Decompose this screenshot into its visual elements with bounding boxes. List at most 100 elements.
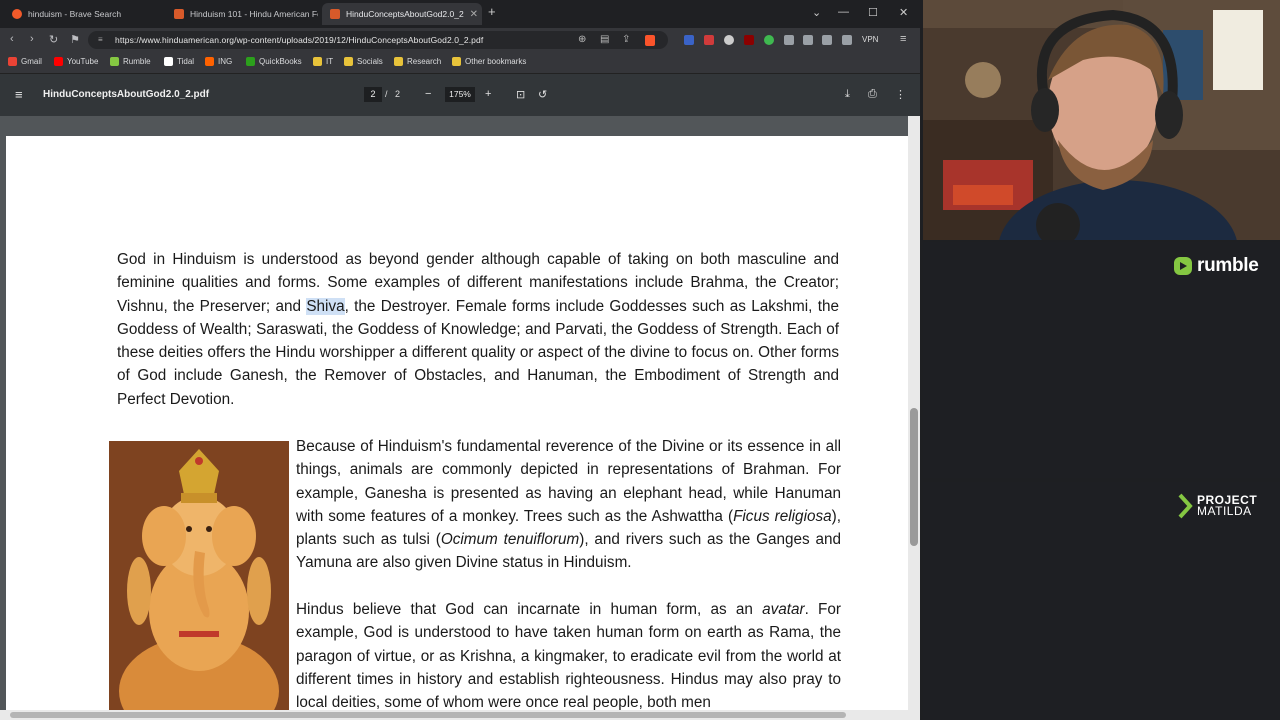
bookmark-label: Gmail <box>21 57 42 66</box>
bookmark-label: QuickBooks <box>259 57 302 66</box>
zoom-icon[interactable]: ⊕ <box>578 34 586 45</box>
extensions-icon[interactable] <box>784 35 794 45</box>
rumble-icon <box>110 57 119 66</box>
ganesha-illustration <box>109 441 289 710</box>
site-info-icon[interactable]: ≡ <box>98 35 103 44</box>
new-tab-icon[interactable]: + <box>488 4 496 19</box>
browser-window: hinduism - Brave Search Hinduism 101 - H… <box>0 0 920 720</box>
url-text: https://www.hinduamerican.org/wp-content… <box>115 35 484 45</box>
bookmark-youtube[interactable]: YouTube <box>54 57 98 66</box>
horizontal-scrollbar[interactable] <box>0 710 920 720</box>
ganesha-image <box>109 441 289 710</box>
share-icon[interactable]: ⇪ <box>622 34 630 45</box>
ublock-icon[interactable] <box>744 35 754 45</box>
italic-ficus-religiosa: Ficus religiosa <box>733 507 832 525</box>
tab-strip: hinduism - Brave Search Hinduism 101 - H… <box>0 0 920 28</box>
tab-title: hinduism - Brave Search <box>28 9 122 19</box>
main-menu-icon[interactable]: ≡ <box>900 33 906 45</box>
minimize-icon[interactable]: — <box>838 6 849 18</box>
haf-site-icon <box>330 9 340 19</box>
project-matilda-logo: PROJECT MATILDA <box>1178 493 1257 519</box>
tab-hinduism-101[interactable]: Hinduism 101 - Hindu American Fo <box>166 3 318 25</box>
bookmark-tidal[interactable]: Tidal <box>164 57 194 66</box>
address-toolbar: ‹ › ↻ ⚑ ≡ https://www.hinduamerican.org/… <box>0 28 920 52</box>
project-matilda-panel: PROJECT MATILDA <box>923 482 1280 720</box>
matilda-chevron-icon <box>1178 493 1193 519</box>
bookmark-label: Socials <box>357 57 383 66</box>
para3-text: Hindus believe that God can incarnate in… <box>296 601 763 618</box>
bookmark-rumble[interactable]: Rumble <box>110 57 151 66</box>
folder-icon <box>313 57 322 66</box>
bookmark-ing[interactable]: ING <box>205 57 232 66</box>
tab-pdf-active[interactable]: HinduConceptsAboutGod2.0_2 ✕ <box>322 3 482 25</box>
paragraph-avatar: Hindus believe that God can incarnate in… <box>296 598 841 710</box>
bookmark-label: Tidal <box>177 57 195 66</box>
maximize-icon[interactable]: ☐ <box>868 6 878 19</box>
url-bar[interactable]: ≡ https://www.hinduamerican.org/wp-conte… <box>88 31 668 49</box>
bookmark-icon[interactable]: ⚑ <box>70 33 80 46</box>
bookmark-label: Research <box>407 57 442 66</box>
forward-icon[interactable]: › <box>30 33 34 45</box>
page-separator: / <box>385 89 388 99</box>
media-icon[interactable] <box>803 35 813 45</box>
tab-search-chevron-icon[interactable]: ⌄ <box>812 6 821 19</box>
scroll-thumb[interactable] <box>910 408 918 546</box>
bookmarks-bar: Gmail YouTube Rumble Tidal ING QuickBook… <box>0 52 920 74</box>
tab-title: HinduConceptsAboutGod2.0_2 <box>346 9 464 19</box>
zoom-in-icon[interactable]: + <box>485 88 491 100</box>
back-icon[interactable]: ‹ <box>10 33 14 45</box>
matilda-word-2: MATILDA <box>1197 504 1252 518</box>
reload-icon[interactable]: ↻ <box>49 33 58 46</box>
vertical-scrollbar[interactable] <box>908 116 920 710</box>
tab-brave-search[interactable]: hinduism - Brave Search <box>4 3 164 25</box>
bookmark-quickbooks[interactable]: QuickBooks <box>246 57 302 66</box>
bookmark-folder-socials[interactable]: Socials <box>344 57 383 66</box>
bookmark-label: IT <box>326 57 334 66</box>
rumble-play-icon <box>1174 257 1192 275</box>
page-number-input[interactable]: 2 <box>364 87 382 102</box>
extension-red-icon[interactable] <box>704 35 714 45</box>
more-options-icon[interactable]: ⋮ <box>895 88 906 101</box>
rumble-logo: rumble <box>1173 255 1259 277</box>
rumble-panel: rumble <box>923 242 1280 478</box>
vpn-button[interactable]: VPN <box>862 35 878 44</box>
extension-green-icon[interactable] <box>764 35 774 45</box>
pdf-filename: HinduConceptsAboutGod2.0_2.pdf <box>43 89 210 100</box>
fit-page-icon[interactable]: ⊡ <box>516 88 525 101</box>
reader-mode-icon[interactable]: ▤ <box>600 34 609 45</box>
extension-gray-icon[interactable] <box>724 35 734 45</box>
total-pages: 2 <box>395 89 401 99</box>
pdf-page: God in Hinduism is understood as beyond … <box>6 136 908 710</box>
rotate-icon[interactable]: ↺ <box>538 88 547 101</box>
bitwarden-icon[interactable] <box>684 35 694 45</box>
bookmark-gmail[interactable]: Gmail <box>8 57 42 66</box>
bookmark-folder-it[interactable]: IT <box>313 57 333 66</box>
brave-shields-icon[interactable] <box>645 35 655 46</box>
zoom-level-input[interactable]: 175% <box>445 87 475 102</box>
close-window-icon[interactable]: ✕ <box>899 6 908 19</box>
folder-icon <box>452 57 461 66</box>
print-icon[interactable]: ⎙ <box>868 88 877 101</box>
tidal-icon <box>164 57 173 66</box>
download-icon[interactable]: ⤓ <box>845 88 850 101</box>
pdf-menu-icon[interactable]: ≡ <box>15 87 23 102</box>
scroll-thumb[interactable] <box>10 712 846 718</box>
pdf-toolbar: ≡ HinduConceptsAboutGod2.0_2.pdf 2 / 2 −… <box>0 84 920 106</box>
bookmark-label: ING <box>218 57 233 66</box>
paragraph-animals-divine: Because of Hinduism's fundamental revere… <box>296 435 841 575</box>
selected-text-shiva: Shiva <box>306 297 345 315</box>
close-tab-icon[interactable]: ✕ <box>464 9 478 20</box>
bookmark-folder-research[interactable]: Research <box>394 57 441 66</box>
bookmark-label: Other bookmarks <box>465 57 527 66</box>
italic-ocimum-tenuiflorum: Ocimum tenuiflorum <box>440 531 580 549</box>
folder-icon <box>394 57 403 66</box>
zoom-out-icon[interactable]: − <box>425 88 431 100</box>
italic-avatar: avatar <box>762 601 805 618</box>
brave-search-icon <box>12 9 22 19</box>
pdf-viewer[interactable]: God in Hinduism is understood as beyond … <box>0 116 908 710</box>
sidebar-icon[interactable] <box>822 35 832 45</box>
leo-ai-icon[interactable] <box>842 35 852 45</box>
haf-site-icon <box>174 9 184 19</box>
bookmark-folder-other[interactable]: Other bookmarks <box>452 57 526 66</box>
page-count: / 2 <box>385 89 400 99</box>
